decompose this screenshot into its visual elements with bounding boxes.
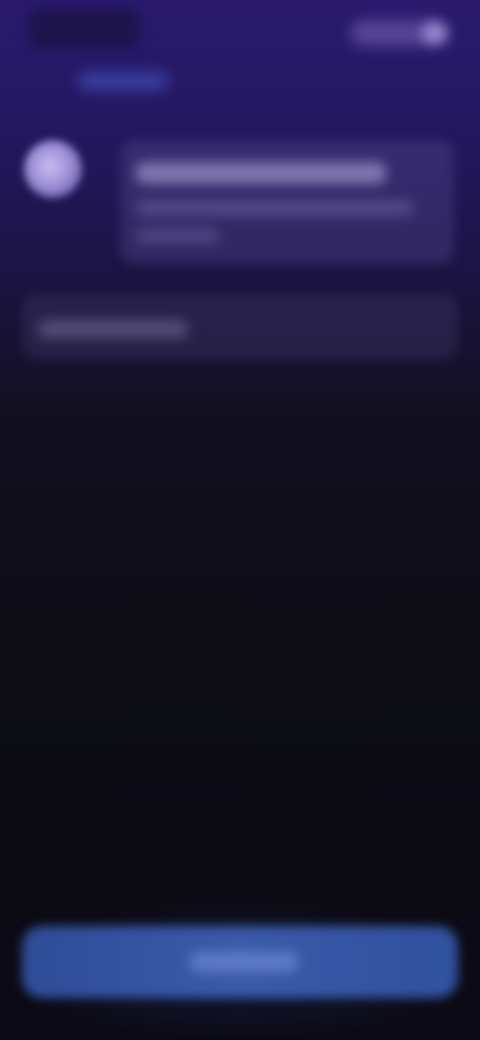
message-title-text <box>136 162 386 184</box>
message-body-line <box>136 200 414 216</box>
message-body-line <box>136 228 220 244</box>
primary-action-label <box>190 952 298 972</box>
input-placeholder-text <box>38 320 188 338</box>
header-sub-link[interactable] <box>78 72 168 90</box>
app-title-area[interactable] <box>28 8 140 48</box>
avatar[interactable] <box>24 140 82 198</box>
header-bar <box>0 0 480 90</box>
toggle-knob-icon <box>422 22 446 44</box>
